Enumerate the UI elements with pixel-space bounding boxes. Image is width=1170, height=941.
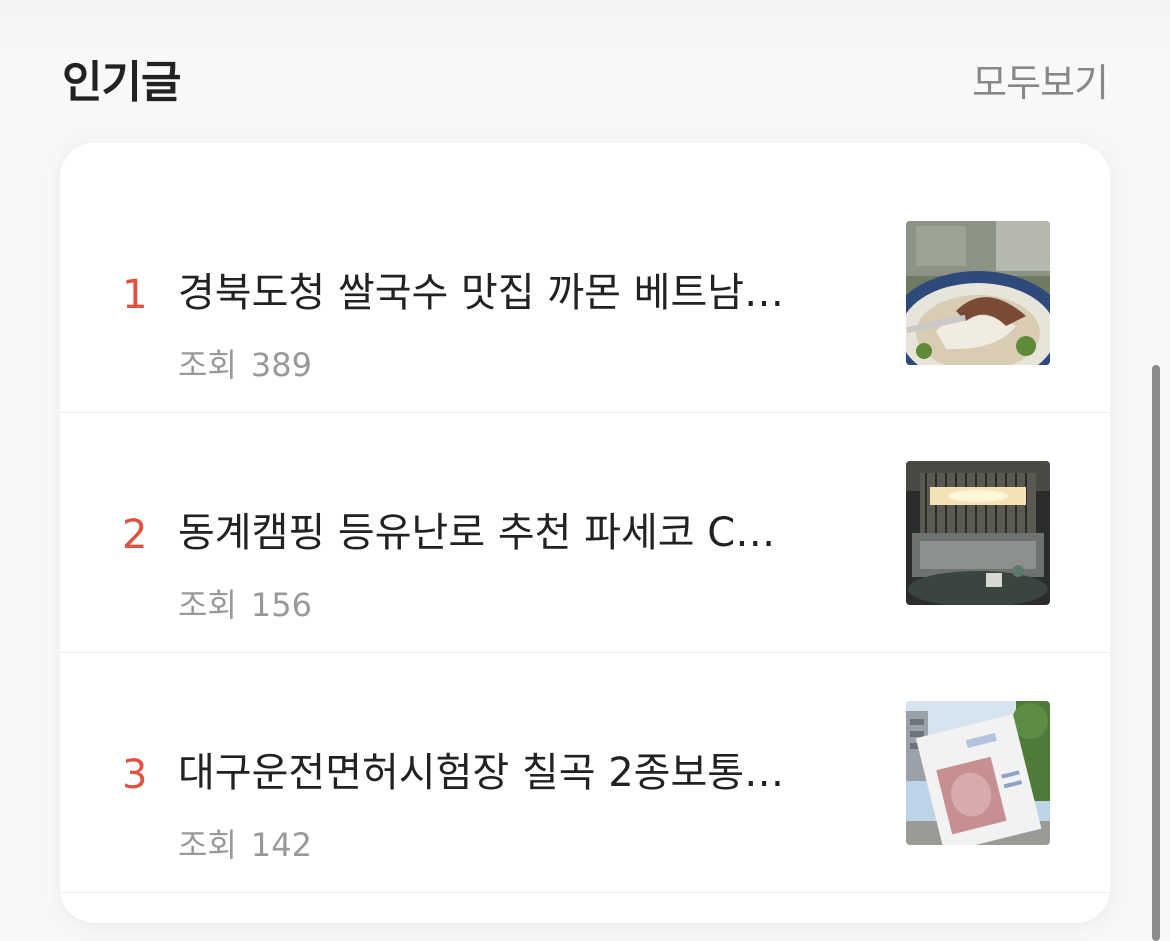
post-rank: 3	[122, 752, 148, 798]
post-row-3[interactable]: 3 대구운전면허시험장 칠곡 2종보통… 조회 142	[60, 653, 1110, 893]
post-rank: 1	[122, 272, 148, 318]
post-title[interactable]: 동계캠핑 등유난로 추천 파세코 C…	[178, 507, 878, 559]
views-count: 389	[250, 346, 312, 384]
post-title[interactable]: 대구운전면허시험장 칠곡 2종보통…	[178, 747, 878, 799]
license-card-photo-icon[interactable]	[906, 701, 1050, 845]
popular-posts-header: 인기글 모두보기	[62, 40, 1109, 108]
section-title: 인기글	[62, 57, 181, 108]
views-count: 142	[250, 826, 312, 864]
post-row-2[interactable]: 2 동계캠핑 등유난로 추천 파세코 C… 조회 156	[60, 413, 1110, 653]
post-views: 조회 156	[178, 585, 326, 625]
post-rank: 2	[122, 512, 148, 558]
pho-noodle-photo-icon[interactable]	[906, 221, 1050, 365]
post-title[interactable]: 경북도청 쌀국수 맛집 까몬 베트남…	[178, 267, 878, 319]
views-count: 156	[250, 586, 312, 624]
post-views: 조회 389	[178, 345, 326, 385]
kerosene-heater-photo-icon[interactable]	[906, 461, 1050, 605]
views-label: 조회	[178, 346, 237, 384]
popular-posts-card: 1 경북도청 쌀국수 맛집 까몬 베트남… 조회 389 2 동계캠핑 등유난로…	[60, 143, 1110, 923]
post-views: 조회 142	[178, 825, 326, 865]
views-label: 조회	[178, 586, 237, 624]
post-row-1[interactable]: 1 경북도청 쌀국수 맛집 까몬 베트남… 조회 389	[60, 173, 1110, 413]
views-label: 조회	[178, 826, 237, 864]
scrollbar[interactable]	[1152, 365, 1160, 941]
view-all-link[interactable]: 모두보기	[972, 52, 1109, 107]
